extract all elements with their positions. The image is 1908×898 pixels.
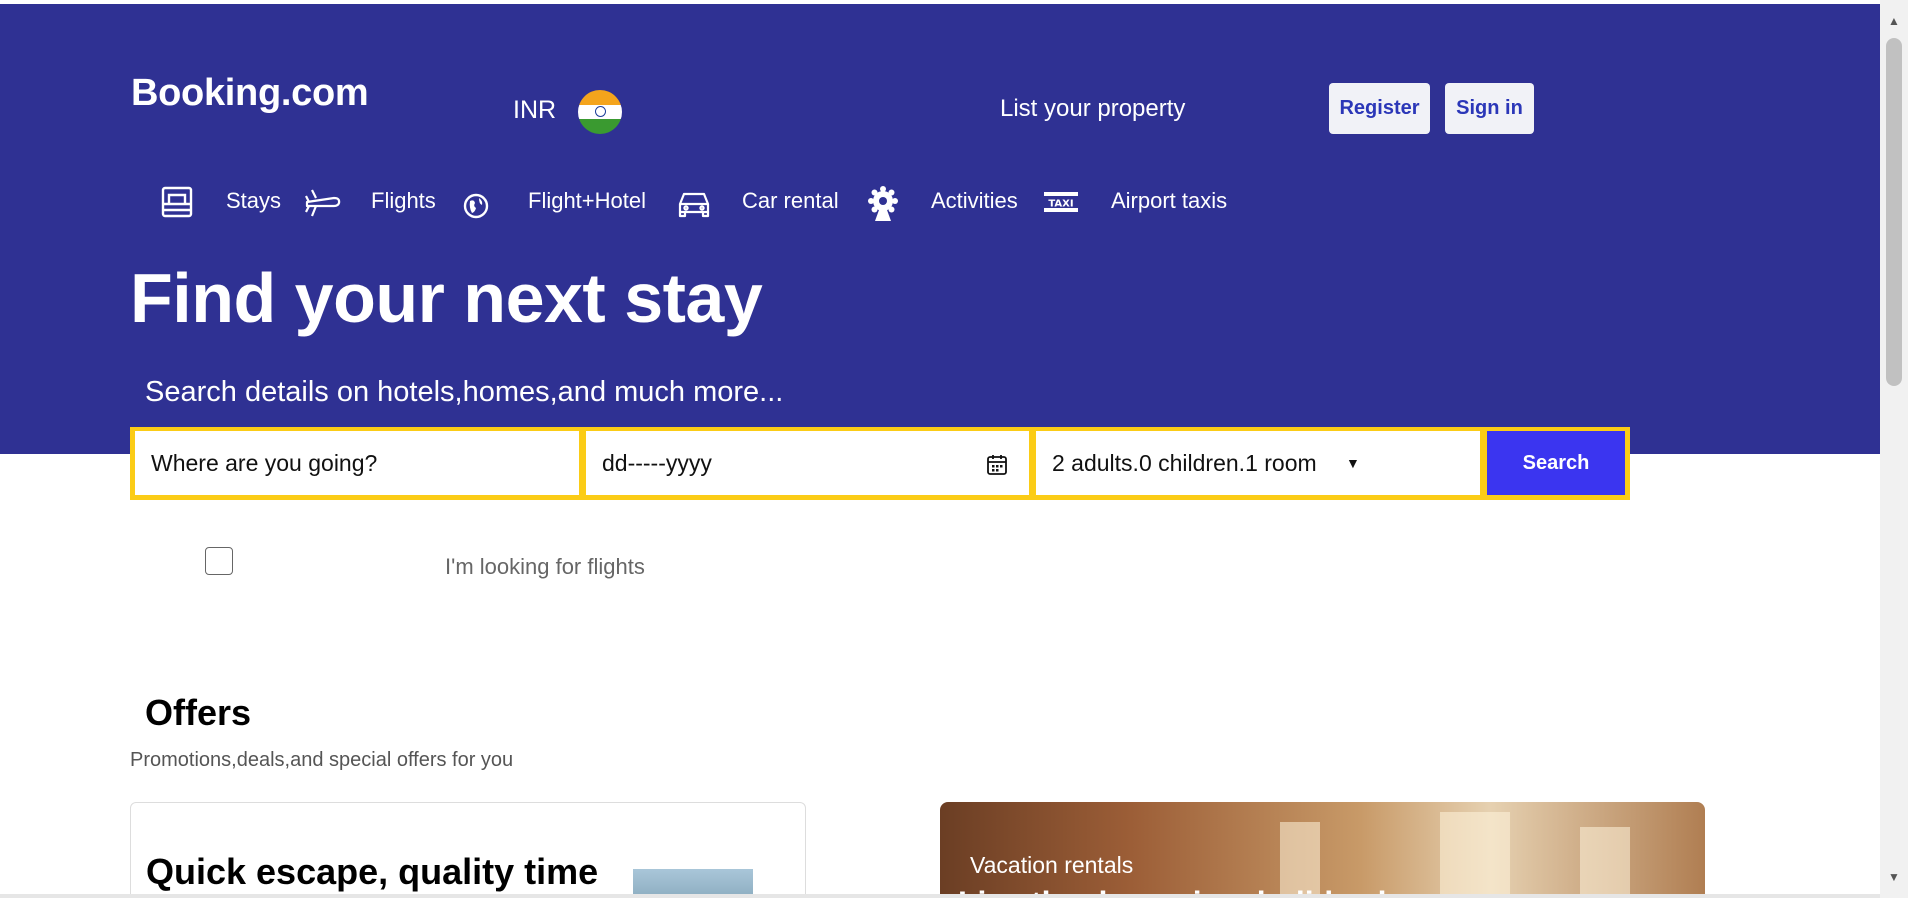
bottom-edge — [0, 894, 1880, 898]
nav-stays[interactable]: Stays — [226, 188, 281, 214]
dropdown-caret-icon[interactable]: ▼ — [1346, 455, 1360, 471]
page: Booking.com INR List your property Regis… — [0, 0, 1880, 898]
window-decor — [1580, 827, 1630, 898]
page-subtitle: Search details on hotels,homes,and much … — [145, 376, 784, 408]
offer-card-vacation-rentals[interactable]: Vacation rentals Live the dream in a hol… — [940, 802, 1705, 898]
nav-activities[interactable]: Activities — [931, 188, 1018, 214]
offers-heading: Offers — [145, 692, 252, 733]
flights-checkbox-label[interactable]: I'm looking for flights — [445, 554, 645, 580]
nav-flights[interactable]: Flights — [371, 188, 436, 214]
nav-car-rental[interactable]: Car rental — [742, 188, 839, 214]
booking-logo[interactable]: Booking.com — [131, 72, 369, 115]
nav-flight-hotel[interactable]: Flight+Hotel — [528, 188, 646, 214]
scroll-up-icon[interactable]: ▲ — [1888, 14, 1900, 28]
list-your-property-link[interactable]: List your property — [1000, 95, 1185, 123]
date-input[interactable]: dd-----yyyy — [586, 431, 1029, 495]
scrollbar-thumb[interactable] — [1886, 38, 1902, 386]
svg-text:TAXI: TAXI — [1048, 199, 1073, 210]
currency-selector[interactable]: INR — [513, 96, 556, 125]
offer-card-label: Vacation rentals — [970, 852, 1134, 878]
vertical-scrollbar[interactable]: ▲ ▼ — [1880, 0, 1908, 898]
search-button[interactable]: Search — [1487, 431, 1625, 495]
register-button[interactable]: Register — [1329, 83, 1430, 134]
search-bar: Where are you going? dd-----yyyy 2 adult… — [130, 427, 1630, 500]
india-flag-icon[interactable] — [578, 90, 622, 134]
scroll-down-icon[interactable]: ▼ — [1888, 870, 1900, 884]
bed-icon[interactable] — [160, 184, 194, 220]
plane-icon[interactable] — [304, 188, 342, 218]
offer-card-quick-escape[interactable]: Quick escape, quality time — [130, 802, 806, 898]
taxi-icon[interactable]: TAXI — [1043, 191, 1079, 213]
destination-input[interactable]: Where are you going? — [135, 431, 579, 495]
car-icon[interactable] — [676, 188, 712, 218]
sign-in-button[interactable]: Sign in — [1445, 83, 1534, 134]
offers-subtitle: Promotions,deals,and special offers for … — [130, 749, 514, 771]
nav-airport-taxis[interactable]: Airport taxis — [1111, 188, 1227, 214]
guests-select[interactable]: 2 adults.0 children.1 room — [1036, 431, 1480, 495]
calendar-icon[interactable] — [986, 454, 1008, 476]
flights-checkbox[interactable] — [205, 547, 233, 575]
page-title: Find your next stay — [130, 259, 763, 337]
offer-card-title: Quick escape, quality time — [146, 851, 599, 892]
attractions-icon[interactable] — [866, 186, 900, 222]
globe-icon[interactable] — [463, 193, 489, 219]
